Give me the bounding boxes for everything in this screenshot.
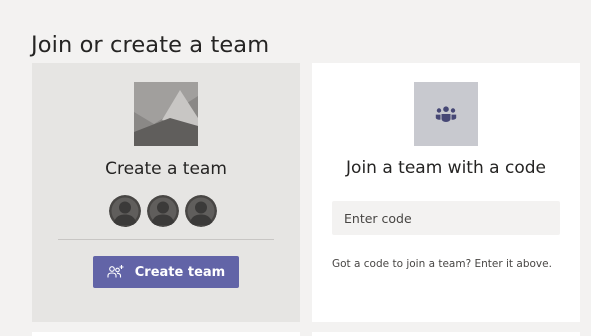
person-avatar-icon xyxy=(185,195,217,227)
create-team-card[interactable]: Create a team Create team xyxy=(32,63,300,322)
people-add-icon xyxy=(107,264,125,280)
person-avatar-icon xyxy=(147,195,179,227)
people-team-icon xyxy=(414,82,478,146)
landscape-image-icon xyxy=(134,82,198,146)
team-code-input[interactable] xyxy=(332,201,560,235)
next-card-edge xyxy=(32,332,300,336)
avatar-group xyxy=(109,195,219,227)
next-card-edge xyxy=(312,332,580,336)
join-team-title: Join a team with a code xyxy=(346,158,546,178)
create-team-button-label: Create team xyxy=(134,264,226,280)
divider xyxy=(58,239,274,240)
create-team-title: Create a team xyxy=(105,159,227,179)
join-team-card: Join a team with a code Got a code to jo… xyxy=(312,63,580,322)
page-title: Join or create a team xyxy=(31,32,270,59)
person-avatar-icon xyxy=(109,195,141,227)
create-team-button[interactable]: Create team xyxy=(93,256,239,288)
join-code-hint: Got a code to join a team? Enter it abov… xyxy=(332,258,552,270)
